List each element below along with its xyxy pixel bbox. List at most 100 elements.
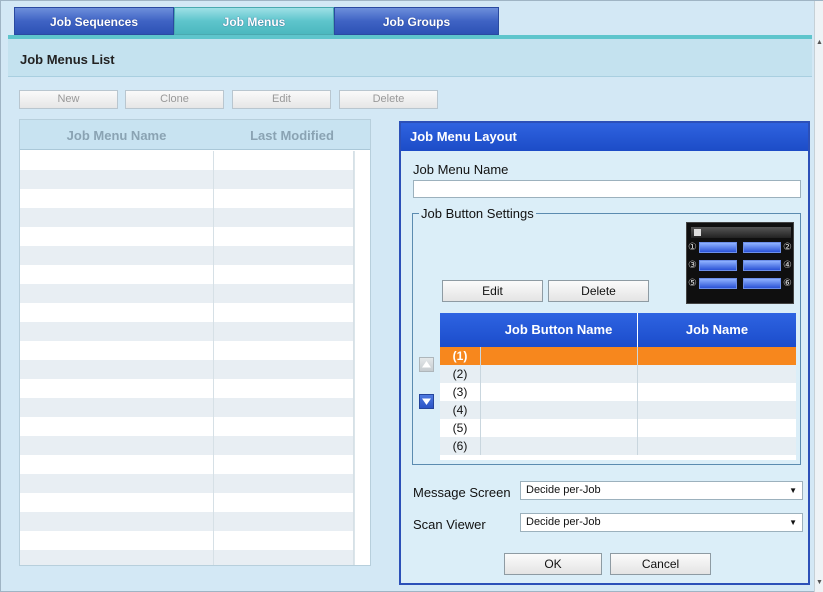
job-menu-layout-panel: Job Menu Layout Job Menu Name Job Button… bbox=[399, 121, 810, 585]
last-modified-cell bbox=[214, 227, 354, 246]
chevron-down-icon: ▼ bbox=[789, 486, 797, 495]
keypad-number-4: ④ bbox=[783, 260, 792, 271]
job-menu-name-cell bbox=[20, 303, 214, 322]
last-modified-cell bbox=[214, 436, 354, 455]
job-menu-name-cell bbox=[20, 398, 214, 417]
edit-button[interactable]: Edit bbox=[232, 90, 331, 109]
table-row[interactable] bbox=[20, 455, 370, 474]
tab-job-menus[interactable]: Job Menus bbox=[174, 7, 334, 35]
job-menu-name-cell bbox=[20, 531, 214, 550]
column-header-job-name: Job Name bbox=[685, 322, 749, 337]
table-row[interactable] bbox=[20, 379, 370, 398]
last-modified-cell bbox=[214, 341, 354, 360]
job-button-row[interactable]: (1) bbox=[440, 347, 796, 365]
new-button[interactable]: New bbox=[19, 90, 118, 109]
keypad-number-2: ② bbox=[783, 242, 792, 253]
job-name-cell bbox=[637, 383, 796, 401]
table-body bbox=[20, 151, 370, 565]
last-modified-cell bbox=[214, 189, 354, 208]
table-row[interactable] bbox=[20, 322, 370, 341]
job-menu-name-cell bbox=[20, 208, 214, 227]
last-modified-cell bbox=[214, 322, 354, 341]
job-menu-name-label: Job Menu Name bbox=[413, 162, 509, 177]
move-down-icon[interactable] bbox=[419, 394, 434, 409]
job-menu-name-cell bbox=[20, 455, 214, 474]
table-row[interactable] bbox=[20, 208, 370, 227]
table-row[interactable] bbox=[20, 512, 370, 531]
column-header-last-modified[interactable]: Last Modified bbox=[214, 128, 370, 143]
table-row[interactable] bbox=[20, 246, 370, 265]
job-button-row[interactable]: (5) bbox=[440, 419, 796, 437]
job-button-row[interactable]: (6) bbox=[440, 437, 796, 455]
last-modified-cell bbox=[214, 512, 354, 531]
scroll-up-icon[interactable]: ▲ bbox=[816, 39, 823, 46]
job-menu-name-cell bbox=[20, 227, 214, 246]
table-row[interactable] bbox=[20, 474, 370, 493]
table-row[interactable] bbox=[20, 341, 370, 360]
panel-title: Job Menu Layout bbox=[401, 123, 808, 151]
job-button-name-cell bbox=[480, 383, 637, 401]
table-row[interactable] bbox=[20, 170, 370, 189]
job-name-cell bbox=[637, 419, 796, 437]
table-row[interactable] bbox=[20, 284, 370, 303]
job-button-name-cell bbox=[480, 401, 637, 419]
edit-job-button[interactable]: Edit bbox=[442, 280, 543, 302]
message-screen-label: Message Screen bbox=[413, 485, 511, 500]
table-row[interactable] bbox=[20, 417, 370, 436]
row-number: (6) bbox=[452, 439, 468, 453]
table-header: Job Menu Name Last Modified bbox=[20, 120, 370, 150]
job-name-cell bbox=[637, 365, 796, 383]
keypad-button-6 bbox=[743, 278, 781, 289]
keypad-header bbox=[691, 227, 791, 238]
row-number: (4) bbox=[452, 403, 468, 417]
row-number: (1) bbox=[452, 349, 468, 363]
last-modified-cell bbox=[214, 151, 354, 170]
delete-button[interactable]: Delete bbox=[339, 90, 438, 109]
job-name-cell bbox=[637, 347, 796, 365]
list-title-bar: Job Menus List bbox=[8, 39, 812, 77]
job-menu-name-input[interactable] bbox=[413, 180, 801, 198]
job-button-table-header: Job Button Name Job Name bbox=[440, 313, 796, 347]
table-row[interactable] bbox=[20, 360, 370, 379]
move-up-icon[interactable] bbox=[419, 357, 434, 372]
message-screen-select[interactable]: Decide per-Job ▼ bbox=[520, 481, 803, 500]
last-modified-cell bbox=[214, 246, 354, 265]
table-row[interactable] bbox=[20, 531, 370, 550]
job-menu-name-cell bbox=[20, 360, 214, 379]
table-row[interactable] bbox=[20, 265, 370, 284]
tab-job-groups[interactable]: Job Groups bbox=[334, 7, 499, 35]
job-menu-name-cell bbox=[20, 170, 214, 189]
tab-job-sequences[interactable]: Job Sequences bbox=[14, 7, 174, 35]
job-menu-name-cell bbox=[20, 322, 214, 341]
ok-button[interactable]: OK bbox=[504, 553, 602, 575]
keypad-number-1: ① bbox=[688, 242, 697, 253]
table-row[interactable] bbox=[20, 303, 370, 322]
delete-job-button[interactable]: Delete bbox=[548, 280, 649, 302]
table-row[interactable] bbox=[20, 493, 370, 512]
job-button-row[interactable]: (3) bbox=[440, 383, 796, 401]
table-row[interactable] bbox=[20, 151, 370, 170]
page-scrollbar[interactable]: ▲ ▼ bbox=[814, 1, 823, 592]
table-row[interactable] bbox=[20, 189, 370, 208]
table-row[interactable] bbox=[20, 550, 370, 565]
scan-viewer-select[interactable]: Decide per-Job ▼ bbox=[520, 513, 803, 532]
table-row[interactable] bbox=[20, 398, 370, 417]
cancel-button[interactable]: Cancel bbox=[610, 553, 711, 575]
scroll-down-icon[interactable]: ▼ bbox=[816, 579, 823, 586]
last-modified-cell bbox=[214, 379, 354, 398]
job-button-row[interactable]: (4) bbox=[440, 401, 796, 419]
keypad-layout-icon: ① ② ③ ④ ⑤ ⑥ bbox=[686, 222, 794, 304]
row-number: (3) bbox=[452, 385, 468, 399]
clone-button[interactable]: Clone bbox=[125, 90, 224, 109]
table-scrollbar[interactable] bbox=[354, 151, 370, 565]
job-button-table: Job Button Name Job Name (1) (2) (3) (4) (5)… bbox=[440, 313, 796, 460]
table-row[interactable] bbox=[20, 436, 370, 455]
table-row[interactable] bbox=[20, 227, 370, 246]
job-button-name-cell bbox=[480, 365, 637, 383]
keypad-button-3 bbox=[699, 260, 737, 271]
job-button-row[interactable]: (2) bbox=[440, 365, 796, 383]
job-name-cell bbox=[637, 401, 796, 419]
job-menu-name-cell bbox=[20, 265, 214, 284]
column-header-job-menu-name[interactable]: Job Menu Name bbox=[20, 128, 213, 143]
last-modified-cell bbox=[214, 170, 354, 189]
